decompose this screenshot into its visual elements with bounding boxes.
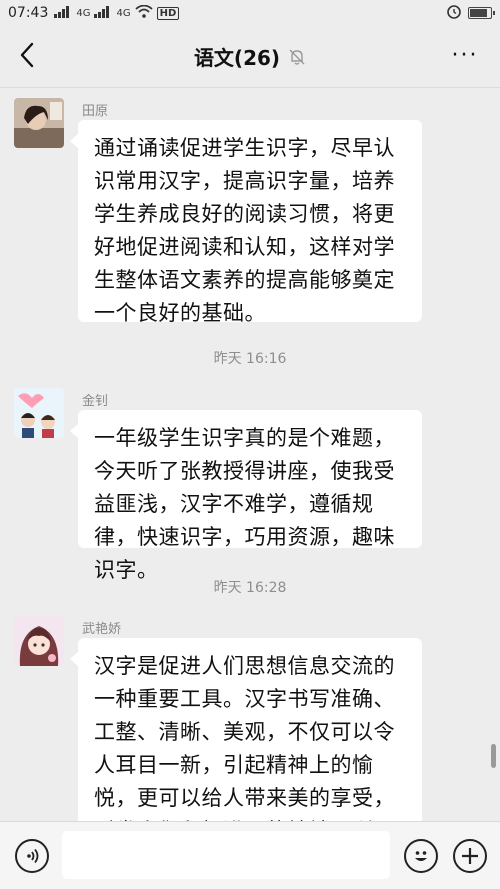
scrollbar-thumb[interactable] bbox=[491, 744, 496, 768]
signal-icon bbox=[54, 5, 72, 21]
message-input[interactable] bbox=[62, 831, 390, 879]
wifi-icon bbox=[135, 4, 153, 21]
chat-header: 语文(26) ··· bbox=[0, 26, 500, 88]
voice-button[interactable] bbox=[15, 839, 49, 873]
avatar[interactable] bbox=[14, 616, 64, 666]
alarm-icon bbox=[446, 3, 462, 23]
more-icon: ··· bbox=[451, 42, 479, 68]
message-bubble[interactable]: 通过诵读促进学生识字，尽早认识常用汉字，提高识字量，培养学生养成良好的阅读习惯，… bbox=[70, 120, 422, 325]
voice-icon bbox=[27, 848, 39, 864]
battery-fill bbox=[470, 9, 487, 17]
message-bubble[interactable]: 一年级学生识字真的是个难题，今天听了张教授得讲座，使我受益匪浅，汉字不难学，遵循… bbox=[70, 410, 422, 582]
sender-name: 田原 bbox=[82, 104, 109, 119]
emoji-icon bbox=[415, 851, 427, 861]
more-button[interactable]: ··· bbox=[448, 42, 482, 68]
sender-name: 武艳娇 bbox=[82, 622, 122, 637]
message-timestamp: 昨天 16:16 bbox=[213, 351, 287, 367]
message-bubble[interactable]: 汉字是促进人们思想信息交流的一种重要工具。汉字书写准确、工整、清晰、美观，不仅可… bbox=[70, 638, 422, 821]
plus-icon bbox=[462, 848, 478, 864]
message-list[interactable]: 田原 通过诵读促进学生识字，尽早认识常用汉字，提高识字量，培养学生养成良好的阅读… bbox=[0, 88, 500, 821]
signal-indicators: 4G 4G HD bbox=[54, 4, 180, 21]
battery-icon bbox=[468, 7, 495, 19]
chevron-left-icon bbox=[20, 42, 34, 68]
hd-badge: HD bbox=[156, 6, 180, 20]
signal-label-2: 4G bbox=[116, 7, 131, 19]
signal-label-1: 4G bbox=[76, 7, 91, 19]
message-timestamp: 昨天 16:28 bbox=[213, 580, 287, 596]
avatar[interactable] bbox=[14, 388, 64, 438]
status-time: 07:43 bbox=[8, 5, 49, 21]
bell-off-icon bbox=[289, 49, 305, 65]
avatar[interactable] bbox=[14, 98, 64, 148]
signal-icon bbox=[94, 5, 112, 21]
chat-title: 语文(26) bbox=[193, 46, 281, 70]
plus-button[interactable] bbox=[453, 839, 487, 873]
back-button[interactable] bbox=[12, 40, 42, 70]
sender-name: 金钊 bbox=[82, 394, 109, 409]
status-bar: 07:43 4G 4G HD bbox=[0, 0, 500, 26]
input-bar bbox=[0, 821, 500, 889]
chat-title-group: 语文(26) bbox=[194, 42, 306, 71]
emoji-button[interactable] bbox=[404, 839, 438, 873]
